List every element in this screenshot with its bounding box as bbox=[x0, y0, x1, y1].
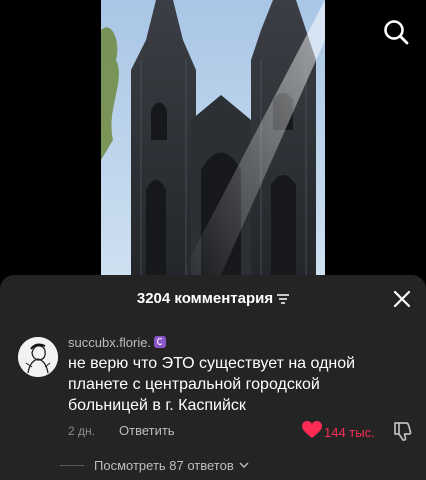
search-button[interactable] bbox=[382, 18, 410, 46]
comments-title: 3204 комментария bbox=[0, 290, 426, 308]
moon-badge-icon bbox=[154, 336, 167, 348]
heart-icon bbox=[302, 421, 322, 444]
divider bbox=[60, 465, 84, 466]
close-icon bbox=[393, 290, 411, 308]
username-text[interactable]: succubx.florie. bbox=[68, 335, 151, 350]
thumbs-down-icon bbox=[394, 422, 412, 441]
comment-meta: 2 дн. Ответить 144 тыс. bbox=[68, 420, 418, 442]
comments-header: 3204 комментария bbox=[0, 275, 426, 323]
view-replies-label[interactable]: Посмотреть 87 ответов bbox=[94, 458, 234, 473]
avatar-sketch-icon bbox=[18, 337, 58, 377]
comments-sheet: 3204 комментария succubx.florie. не верю… bbox=[0, 275, 426, 480]
view-replies-button[interactable]: Посмотреть 87 ответов bbox=[94, 458, 249, 473]
close-button[interactable] bbox=[392, 289, 412, 309]
like-button[interactable]: 144 тыс. bbox=[302, 421, 375, 441]
like-count: 144 тыс. bbox=[324, 425, 375, 440]
filter-icon[interactable] bbox=[277, 291, 290, 308]
comment-count-label: 3204 комментария bbox=[136, 290, 274, 307]
comment-username[interactable]: succubx.florie. bbox=[68, 335, 167, 350]
comment-timestamp: 2 дн. bbox=[68, 424, 95, 438]
comment-text: не верю что ЭТО существует на одной план… bbox=[68, 355, 356, 414]
video-thumbnail[interactable] bbox=[101, 0, 325, 275]
video-area[interactable] bbox=[0, 0, 426, 275]
search-icon bbox=[384, 20, 409, 45]
comment-item: succubx.florie. не верю что ЭТО существу… bbox=[0, 327, 426, 447]
dislike-button[interactable] bbox=[392, 420, 414, 442]
chevron-down-icon bbox=[239, 462, 249, 468]
reply-button[interactable]: Ответить bbox=[119, 423, 175, 438]
cathedral-image bbox=[101, 0, 325, 275]
avatar[interactable] bbox=[18, 337, 58, 377]
